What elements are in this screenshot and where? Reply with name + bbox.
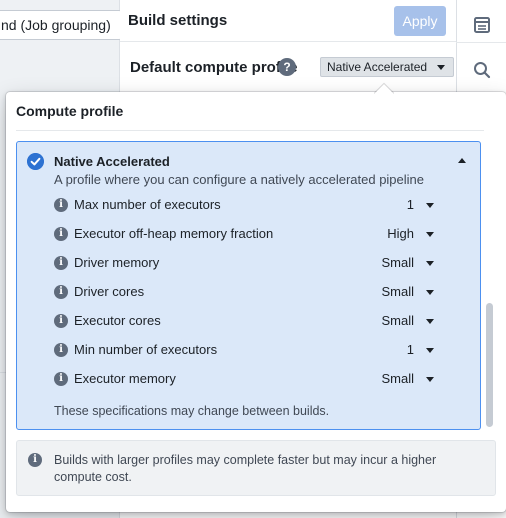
spec-value-select[interactable]: High [387,226,414,241]
spec-value-select[interactable]: Small [381,371,414,386]
popover-arrow [374,82,394,94]
popover-title: Compute profile [16,103,124,119]
spec-label: Min number of executors [74,342,218,357]
spec-row: i Executor cores Small [17,311,482,333]
spec-row: i Min number of executors 1 [17,340,482,362]
spec-value-select[interactable]: Small [381,313,414,328]
default-compute-profile-label: Default compute profile [130,59,298,76]
spec-label: Executor memory [74,371,176,386]
caret-down-icon [437,65,446,70]
profile-card-title: Native Accelerated [54,154,170,169]
search-icon[interactable] [473,61,491,79]
compute-profile-select-value: Native Accelerated [327,60,428,74]
compute-profile-popover: Compute profile Native Accelerated A pro… [6,92,506,512]
info-icon[interactable]: i [54,372,68,386]
profile-card-native-accelerated[interactable]: Native Accelerated A profile where you c… [16,141,481,430]
caret-down-icon[interactable] [426,348,434,353]
help-icon[interactable]: ? [278,58,296,76]
info-icon[interactable]: i [54,256,68,270]
footer-callout-text: Builds with larger profiles may complete… [54,453,437,484]
caret-down-icon[interactable] [426,232,434,237]
profile-card-description: A profile where you can configure a nati… [54,172,425,187]
info-icon[interactable]: i [54,343,68,357]
spec-row: i Executor memory Small [17,369,482,391]
spec-label: Executor cores [74,313,161,328]
spec-row: i Driver cores Small [17,282,482,304]
footer-callout: i Builds with larger profiles may comple… [16,440,496,496]
info-icon[interactable]: i [54,227,68,241]
spec-label: Max number of executors [74,197,221,212]
info-icon[interactable]: i [54,198,68,212]
caret-down-icon[interactable] [426,203,434,208]
caret-down-icon[interactable] [426,377,434,382]
build-settings-header: Build settings Apply [120,0,456,42]
info-icon: i [28,453,42,467]
divider [16,130,484,131]
spec-label: Driver cores [74,284,145,299]
default-compute-profile-row: Default compute profile ? Native Acceler… [120,42,456,92]
info-icon[interactable]: i [54,285,68,299]
divider [456,42,506,43]
job-grouping-button[interactable]: nd (Job grouping) [0,10,122,40]
check-circle-icon [27,153,44,170]
spec-row: i Executor off-heap memory fraction High [17,224,482,246]
spec-label: Driver memory [74,255,160,270]
caret-down-icon[interactable] [426,319,434,324]
apply-button[interactable]: Apply [394,6,446,36]
caret-down-icon[interactable] [426,261,434,266]
spec-value-select[interactable]: Small [381,255,414,270]
spec-row: i Driver memory Small [17,253,482,275]
spec-value-select[interactable]: Small [381,284,414,299]
compute-profile-select[interactable]: Native Accelerated [320,57,455,77]
panel-icon[interactable] [473,16,491,34]
spec-disclaimer: These specifications may change between … [54,404,330,418]
spec-label: Executor off-heap memory fraction [74,226,274,241]
info-icon[interactable]: i [54,314,68,328]
build-settings-title: Build settings [128,12,228,29]
spec-row: i Max number of executors 1 [17,195,482,217]
chevron-up-icon[interactable] [458,158,466,163]
caret-down-icon[interactable] [426,290,434,295]
scrollbar-thumb[interactable] [486,303,493,427]
spec-value-select[interactable]: 1 [407,342,414,357]
spec-value-select[interactable]: 1 [407,197,414,212]
